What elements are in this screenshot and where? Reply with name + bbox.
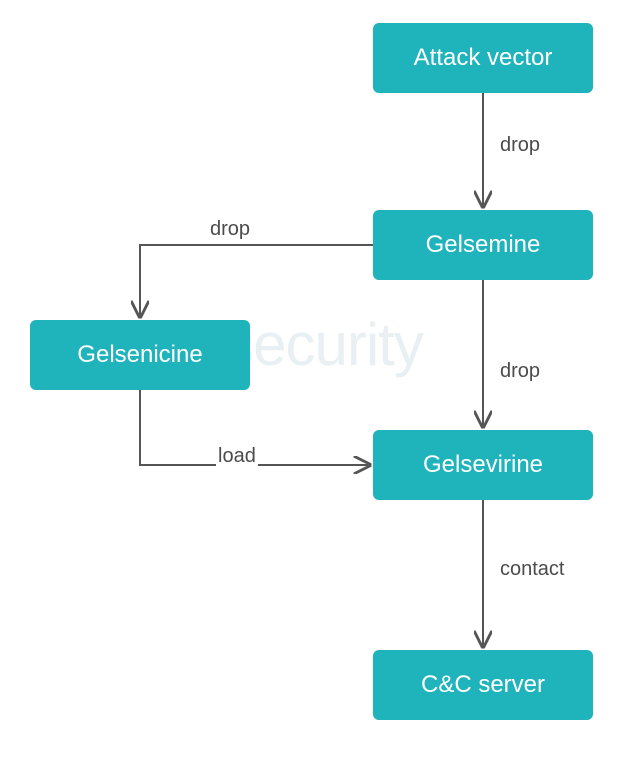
edge-label-load: load: [216, 445, 258, 468]
node-label: C&C server: [421, 671, 545, 699]
node-label: Gelsemine: [426, 231, 541, 259]
node-gelsevirine: Gelsevirine: [373, 430, 593, 500]
node-label: Gelsevirine: [423, 451, 543, 479]
node-gelsenicine: Gelsenicine: [30, 320, 250, 390]
node-label: Gelsenicine: [77, 341, 202, 369]
edge-label-contact: contact: [498, 558, 566, 581]
watermark-part2: security: [224, 311, 423, 378]
edge-label-drop-1: drop: [498, 134, 542, 157]
node-cc-server: C&C server: [373, 650, 593, 720]
edge-label-drop-2: drop: [208, 218, 252, 241]
edge-label-drop-3: drop: [498, 360, 542, 383]
node-gelsemine: Gelsemine: [373, 210, 593, 280]
node-label: Attack vector: [414, 44, 553, 72]
node-attack-vector: Attack vector: [373, 23, 593, 93]
